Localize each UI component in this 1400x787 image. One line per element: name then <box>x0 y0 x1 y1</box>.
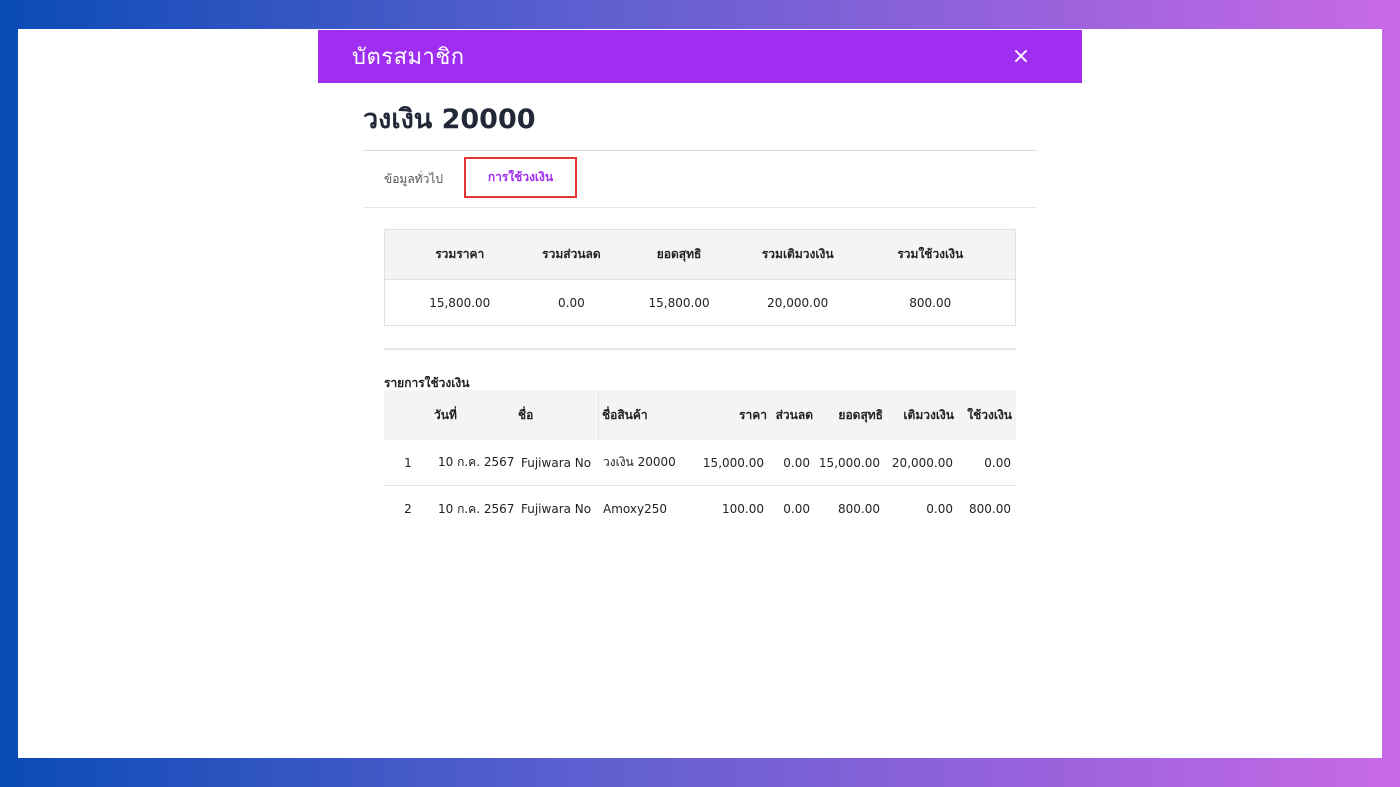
tx-used: 0.00 <box>984 455 1011 470</box>
tab-general-info[interactable]: ข้อมูลทั่วไป <box>384 170 443 189</box>
tx-header-discount: ส่วนลด <box>775 407 813 422</box>
summary-net: 15,800.00 <box>648 295 710 310</box>
tx-name: Fujiwara No <box>521 455 592 470</box>
summary-value-row: 15,800.00 0.00 15,800.00 20,000.00 800.0… <box>385 280 1015 325</box>
modal-header: บัตรสมาชิก × <box>318 30 1082 83</box>
summary-table: รวมราคา รวมส่วนลด ยอดสุทธิ รวมเติมวงเงิน… <box>384 229 1016 326</box>
table-row: 2 10 ก.ค. 2567 Fujiwara No Amoxy250 100.… <box>384 486 1016 532</box>
summary-header-total-used: รวมใช้วงเงิน <box>897 247 964 261</box>
tx-header-price: ราคา <box>739 407 767 422</box>
tx-price: 15,000.00 <box>702 455 764 470</box>
tx-header-index <box>384 390 432 440</box>
tx-header-name: ชื่อ <box>518 407 534 422</box>
tx-net: 800.00 <box>838 502 880 516</box>
table-row: 1 10 ก.ค. 2567 Fujiwara No วงเงิน 20000 … <box>384 440 1016 486</box>
tx-date: 10 ก.ค. 2567 <box>438 455 515 469</box>
tx-discount: 0.00 <box>783 502 810 516</box>
summary-header-net: ยอดสุทธิ <box>656 247 702 261</box>
summary-header-total-price: รวมราคา <box>435 247 485 261</box>
section-divider <box>384 348 1016 350</box>
summary-total-discount: 0.00 <box>558 295 585 310</box>
transactions-header-row: วันที่ ชื่อ ชื่อสินค้า ราคา ส่วนลด ยอดสุ… <box>384 390 1016 440</box>
tx-discount: 0.00 <box>783 455 810 470</box>
summary-total-price: 15,800.00 <box>429 295 491 310</box>
tx-date: 10 ก.ค. 2567 <box>438 501 515 516</box>
summary-header-total-discount: รวมส่วนลด <box>542 247 601 261</box>
summary-total-topup: 20,000.00 <box>767 295 829 310</box>
transactions-label: รายการใช้วงเงิน <box>384 376 470 390</box>
modal-title: บัตรสมาชิก <box>352 45 465 70</box>
tx-name: Fujiwara No <box>521 502 592 516</box>
tx-header-topup: เติมวงเงิน <box>903 407 954 422</box>
tab-credit-usage[interactable]: การใช้วงเงิน <box>463 156 577 198</box>
tab-bar: ข้อมูลทั่วไป การใช้วงเงิน <box>363 151 1037 208</box>
tx-header-used: ใช้วงเงิน <box>967 407 1012 422</box>
summary-total-used: 800.00 <box>909 295 952 310</box>
member-card-modal: บัตรสมาชิก × วงเงิน 20000 ข้อมูลทั่วไป ก… <box>318 30 1082 758</box>
tx-topup: 20,000.00 <box>891 455 953 470</box>
summary-header-row: รวมราคา รวมส่วนลด ยอดสุทธิ รวมเติมวงเงิน… <box>385 230 1015 280</box>
tx-product: Amoxy250 <box>603 502 667 516</box>
tx-topup: 0.00 <box>926 502 953 516</box>
tx-header-net: ยอดสุทธิ <box>838 407 883 422</box>
summary-header-total-topup: รวมเติมวงเงิน <box>761 247 834 261</box>
card-title: วงเงิน 20000 <box>363 104 536 135</box>
tx-header-product: ชื่อสินค้า <box>598 390 684 440</box>
close-icon[interactable]: × <box>1010 45 1032 68</box>
tx-header-date: วันที่ <box>434 407 457 422</box>
modal-content: วงเงิน 20000 ข้อมูลทั่วไป การใช้วงเงิน ร… <box>363 83 1037 532</box>
tx-index: 1 <box>404 455 412 470</box>
tx-index: 2 <box>404 502 412 516</box>
tx-used: 800.00 <box>969 502 1011 516</box>
tx-product: วงเงิน 20000 <box>603 455 676 469</box>
tx-price: 100.00 <box>722 502 764 516</box>
transactions-table: วันที่ ชื่อ ชื่อสินค้า ราคา ส่วนลด ยอดสุ… <box>384 390 1016 532</box>
tx-net: 15,000.00 <box>818 455 880 470</box>
